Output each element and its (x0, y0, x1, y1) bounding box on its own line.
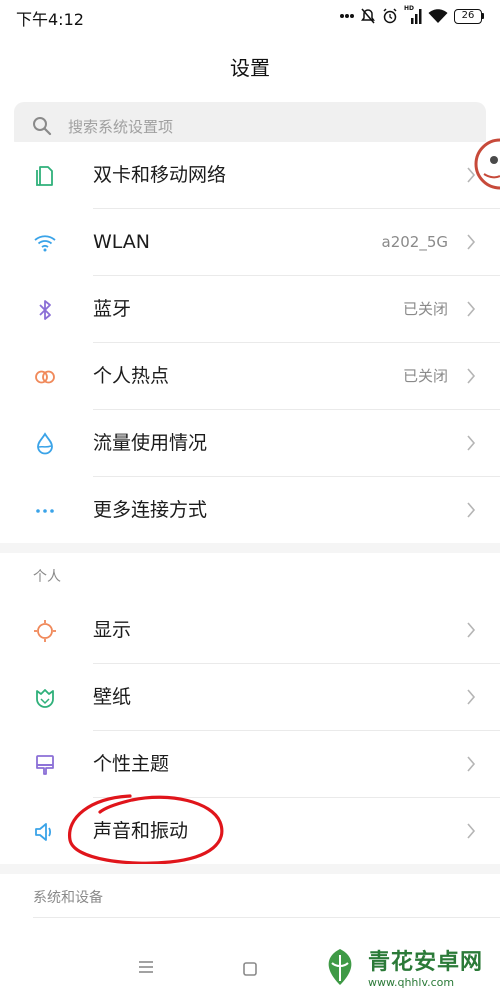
theme-icon (36, 755, 54, 775)
wallpaper-icon (36, 689, 54, 708)
chevron-right-icon (467, 823, 476, 839)
settings-item-bluetooth[interactable]: 蓝牙 已关闭 (0, 276, 500, 342)
section-header-personal: 个人 (33, 569, 61, 585)
settings-item-data-usage[interactable]: 流量使用情况 (0, 410, 500, 476)
section-gap (0, 543, 500, 597)
highlight-circle-annotation (68, 794, 224, 865)
search-placeholder: 搜索系统设置项 (68, 117, 174, 136)
mute-bell-icon (361, 8, 375, 24)
more-connections-label: 更多连接方式 (93, 499, 208, 521)
settings-item-wallpaper[interactable]: 壁纸 (0, 664, 500, 730)
signal-hd: HD (404, 5, 422, 24)
bluetooth-label: 蓝牙 (93, 298, 132, 320)
more-dots-icon (340, 14, 354, 18)
watermark-logo: 青花安卓网 www.qhhlv.com (318, 944, 483, 989)
theme-label: 个性主题 (93, 753, 170, 775)
wallpaper-label: 壁纸 (93, 686, 132, 708)
settings-item-sim[interactable]: 双卡和移动网络 (0, 142, 500, 208)
wifi-icon (34, 235, 56, 252)
status-bar: 下午4:12 HD 26 (0, 0, 500, 32)
wifi-status-icon (428, 9, 448, 23)
hotspot-value: 已关闭 (402, 367, 448, 385)
settings-item-wlan[interactable]: WLAN a202_5G (0, 209, 500, 275)
data-usage-label: 流量使用情况 (93, 432, 208, 454)
home-icon[interactable] (243, 962, 257, 976)
wlan-label: WLAN (93, 231, 151, 253)
more-connections-icon (36, 509, 54, 513)
search-icon (33, 117, 52, 136)
chevron-right-icon (467, 756, 476, 772)
menu-icon[interactable] (138, 960, 154, 974)
sound-icon (35, 823, 52, 841)
chevron-right-icon (467, 622, 476, 638)
bluetooth-icon (39, 300, 51, 320)
bluetooth-value: 已关闭 (402, 300, 448, 318)
chevron-right-icon (467, 435, 476, 451)
settings-item-more-connections[interactable]: 更多连接方式 (0, 477, 500, 543)
battery-indicator: 26 (454, 8, 484, 24)
leaf-logo-icon (328, 948, 352, 985)
hotspot-label: 个人热点 (93, 365, 170, 387)
cell-signal-icon (411, 9, 422, 24)
sim-card-icon (36, 166, 53, 186)
section-header-system: 系统和设备 (33, 890, 103, 906)
chevron-right-icon (467, 368, 476, 384)
watermark-title: 青花安卓网 (368, 950, 484, 975)
sim-label: 双卡和移动网络 (93, 164, 227, 186)
display-label: 显示 (93, 619, 132, 641)
data-usage-icon (37, 432, 53, 455)
watermark-url: www.qhhlv.com (368, 976, 455, 989)
chevron-right-icon (467, 234, 476, 250)
chevron-right-icon (467, 301, 476, 317)
chevron-right-icon (467, 502, 476, 518)
hotspot-icon (35, 370, 55, 384)
page-title: 设置 (230, 56, 270, 80)
settings-item-display[interactable]: 显示 (0, 597, 500, 663)
status-icons: HD 26 (340, 5, 484, 26)
alarm-icon (383, 8, 397, 24)
settings-item-hotspot[interactable]: 个人热点 已关闭 (0, 343, 500, 409)
floating-sticker-icon[interactable] (474, 134, 500, 194)
chevron-right-icon (467, 689, 476, 705)
settings-item-theme[interactable]: 个性主题 (0, 731, 500, 797)
display-icon (34, 620, 56, 642)
wlan-value: a202_5G (381, 233, 449, 251)
status-time: 下午4:12 (16, 10, 84, 29)
battery-level: 26 (454, 8, 482, 24)
